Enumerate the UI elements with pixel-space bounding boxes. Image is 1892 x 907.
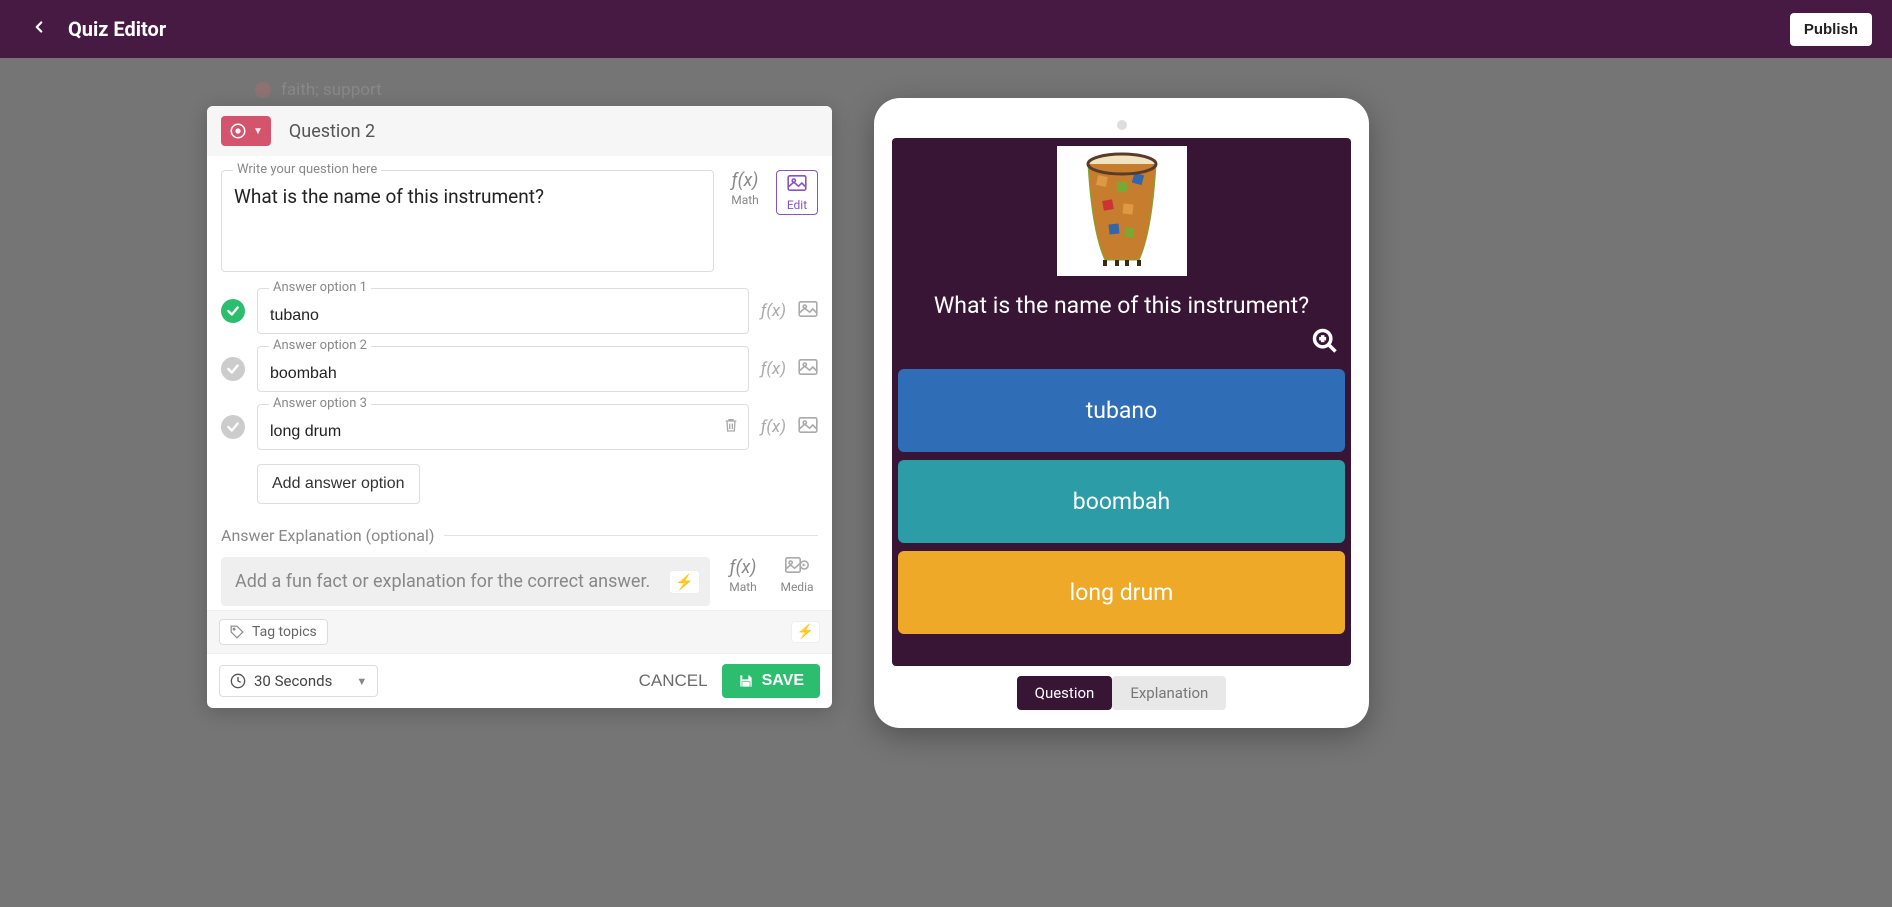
question-type-dropdown[interactable]: ▼ [221,116,271,146]
delete-option-icon[interactable] [723,417,739,437]
preview-device: What is the name of this instrument? tub… [874,98,1369,728]
answer-option-row: Answer option 3 ƒ(x) [221,404,818,450]
question-number-label: Question 2 [289,121,375,142]
tag-topics-button[interactable]: Tag topics [219,619,328,645]
preview-screen: What is the name of this instrument? tub… [892,138,1351,666]
option-math-icon[interactable]: ƒ(x) [761,417,786,438]
tag-topics-bar: Tag topics ⚡ [207,610,832,653]
edit-media-label: Edit [787,198,807,212]
back-chevron-icon[interactable] [30,17,48,41]
preview-answer-tile[interactable]: long drum [898,551,1345,634]
drum-image-icon [1077,152,1167,270]
preview-tab-question[interactable]: Question [1017,676,1113,710]
answer-option-row: Answer option 1 ƒ(x) [221,288,818,334]
preview-tab-explanation[interactable]: Explanation [1112,676,1226,710]
answer-option-label: Answer option 2 [269,338,371,353]
answer-option-label: Answer option 1 [269,280,371,295]
option-image-icon[interactable] [798,417,818,438]
caret-down-icon: ▼ [253,126,263,137]
preview-question-image [1057,146,1187,276]
add-answer-option-button[interactable]: Add answer option [257,464,420,504]
time-limit-label: 30 Seconds [254,672,332,690]
save-icon [738,673,754,689]
ghost-text: faith; support [281,80,382,100]
time-limit-dropdown[interactable]: 30 Seconds ▼ [219,665,378,697]
check-icon [226,362,240,376]
check-icon [226,304,240,318]
math-tool-label: Math [731,193,759,207]
correct-answer-toggle[interactable] [221,357,245,381]
save-button-label: SAVE [762,672,804,690]
option-image-icon[interactable] [798,359,818,380]
preview-answer-tile[interactable]: boombah [898,460,1345,543]
explanation-section-header: Answer Explanation (optional) [221,526,818,545]
image-icon [787,175,807,196]
explanation-placeholder: Add a fun fact or explanation for the co… [235,571,650,592]
explanation-media-label: Media [780,580,813,594]
edit-media-button[interactable]: Edit [776,170,818,215]
explanation-ai-bolt-icon[interactable]: ⚡ [669,570,700,594]
explanation-math-button[interactable]: ƒ(x) Math [722,557,764,594]
answer-option-label: Answer option 3 [269,396,371,411]
page-title: Quiz Editor [68,17,166,41]
previous-answer-ghost: faith; support [255,80,382,100]
ghost-bullet-icon [255,82,271,98]
question-field-label: Write your question here [233,162,381,177]
tag-topics-label: Tag topics [252,624,317,640]
explanation-media-button[interactable]: Media [776,557,818,594]
editor-footer: 30 Seconds ▼ CANCEL SAVE [207,653,832,708]
explanation-math-label: Math [729,580,757,594]
preview-answer-tile[interactable]: tubano [898,369,1345,452]
question-editor-panel: ▼ Question 2 Write your question here ƒ(… [207,106,832,708]
media-icon [785,557,809,578]
save-button[interactable]: SAVE [722,664,820,698]
math-tool-button[interactable]: ƒ(x) Math [724,170,766,207]
tag-icon [230,625,244,639]
fx-icon: ƒ(x) [730,557,757,578]
option-image-icon[interactable] [798,301,818,322]
target-icon [229,122,247,140]
correct-answer-toggle[interactable] [221,415,245,439]
editor-header: ▼ Question 2 [207,106,832,156]
publish-button[interactable]: Publish [1790,13,1872,46]
explanation-section-label: Answer Explanation (optional) [221,526,434,545]
caret-down-icon: ▼ [356,675,367,688]
device-camera-icon [1117,120,1127,130]
answer-option-row: Answer option 2 ƒ(x) [221,346,818,392]
question-text-input[interactable] [221,170,714,272]
preview-tabs: Question Explanation [892,676,1351,710]
clock-icon [230,673,246,689]
tag-ai-bolt-icon[interactable]: ⚡ [791,621,820,643]
correct-answer-toggle[interactable] [221,299,245,323]
preview-question-text: What is the name of this instrument? [898,284,1345,319]
cancel-button[interactable]: CANCEL [639,671,708,691]
fx-icon: ƒ(x) [732,170,759,191]
option-math-icon[interactable]: ƒ(x) [761,359,786,380]
check-icon [226,420,240,434]
app-header: Quiz Editor Publish [0,0,1892,58]
zoom-in-icon[interactable] [1311,327,1339,361]
option-math-icon[interactable]: ƒ(x) [761,301,786,322]
explanation-input[interactable]: Add a fun fact or explanation for the co… [221,557,710,606]
